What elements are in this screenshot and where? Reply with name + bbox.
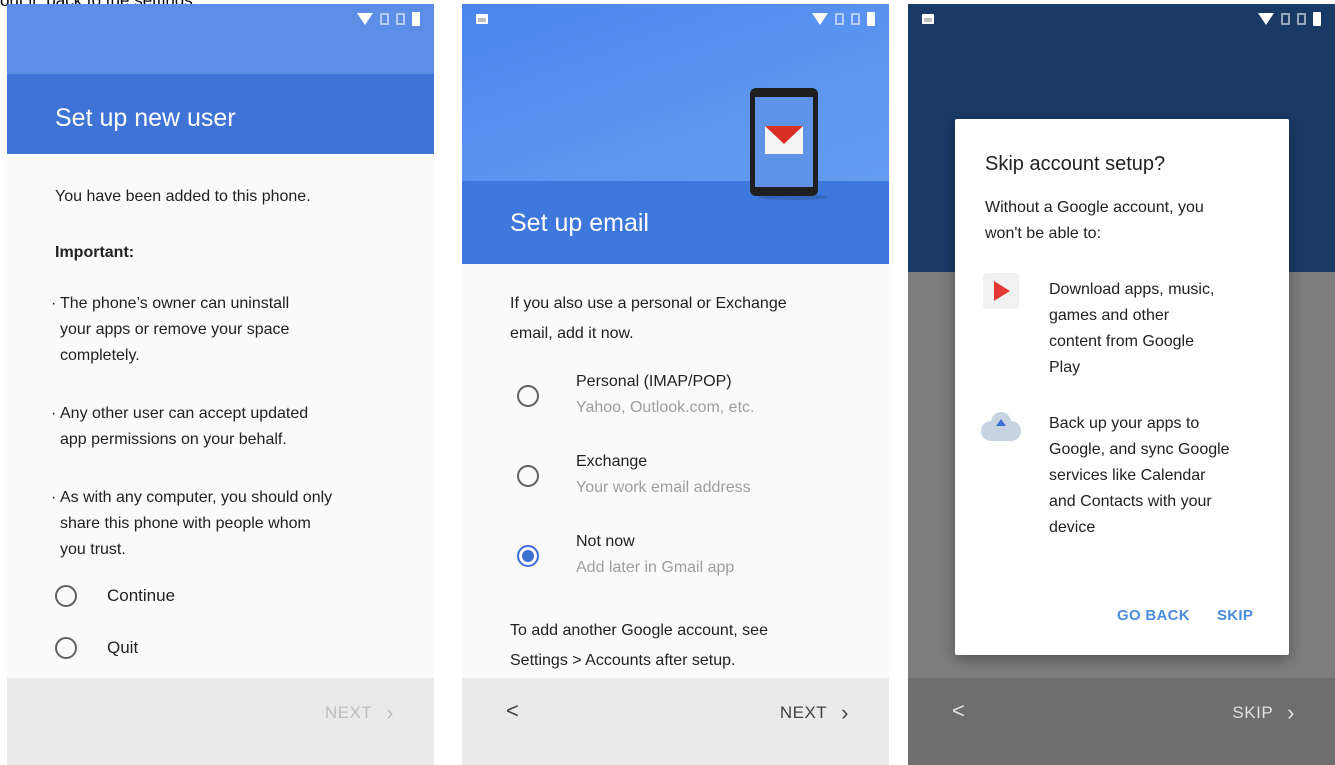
option-subtitle: Yahoo, Outlook.com, etc. (576, 399, 755, 416)
bullet-line: you trust. (60, 541, 126, 558)
personal-radio[interactable] (517, 385, 539, 407)
footer-line: To add another Google account, see (510, 622, 768, 639)
bullet-line: The phone’s owner can uninstall (60, 295, 290, 312)
notification-icon (476, 14, 488, 24)
dialog-item-play: Download apps, music, games and other co… (1049, 277, 1269, 381)
phone-screen-skip-dialog: Skip account setup? Without a Google acc… (908, 4, 1335, 765)
skip-nav-button[interactable]: SKIP › (1232, 702, 1295, 724)
phone-screen-email: Set up email If you also use a personal … (462, 4, 889, 765)
notification-icon (922, 14, 934, 24)
item-line: device (1049, 519, 1096, 536)
bullet-line: share this phone with people whom (60, 515, 311, 532)
item-line: games and other (1049, 307, 1170, 324)
status-icons (357, 12, 420, 26)
bottom-nav-bar: NEXT › (7, 678, 434, 765)
item-line: Download apps, music, (1049, 281, 1215, 298)
item-line: Back up your apps to (1049, 415, 1200, 432)
status-bar (462, 4, 889, 38)
wifi-icon (357, 13, 373, 25)
gmail-icon (765, 126, 803, 154)
bottom-nav-bar: < SKIP › (908, 678, 1335, 765)
wifi-icon (1258, 13, 1274, 25)
bullet-dot: · (51, 489, 57, 506)
google-play-icon (983, 273, 1019, 309)
bullet-line: As with any computer, you should only (60, 489, 333, 506)
sim-icon-2 (396, 13, 405, 25)
option-title[interactable]: Not now (576, 533, 635, 551)
chevron-right-icon: › (386, 700, 394, 725)
exchange-radio[interactable] (517, 465, 539, 487)
next-button[interactable]: NEXT › (780, 702, 849, 724)
next-label: NEXT (779, 703, 828, 722)
not-now-radio[interactable] (517, 545, 539, 567)
next-button[interactable]: NEXT › (325, 702, 394, 724)
battery-icon (867, 12, 875, 26)
sim-icon-2 (851, 13, 860, 25)
go-back-button[interactable]: GO BACK (1117, 607, 1190, 624)
option-title[interactable]: Personal (IMAP/POP) (576, 373, 732, 391)
continue-label[interactable]: Continue (107, 586, 175, 606)
bullet-dot: · (51, 405, 57, 422)
bullet-line: app permissions on your behalf. (60, 431, 287, 448)
status-bar (7, 4, 434, 38)
sim-icon (835, 13, 844, 25)
intro-line: email, add it now. (510, 325, 634, 342)
tablet-illustration (750, 88, 818, 196)
item-line: content from Google (1049, 333, 1194, 350)
item-line: and Contacts with your (1049, 493, 1212, 510)
item-line: services like Calendar (1049, 467, 1206, 484)
dialog-item-backup: Back up your apps to Google, and sync Go… (1049, 411, 1269, 541)
item-line: Play (1049, 359, 1081, 376)
option-subtitle: Add later in Gmail app (576, 559, 735, 576)
item-line: Google, and sync Google (1049, 441, 1230, 458)
cloud-upload-icon (981, 412, 1021, 441)
sim-icon (380, 13, 389, 25)
dialog-title: Skip account setup? (985, 153, 1166, 175)
back-button[interactable]: < (506, 698, 519, 724)
chevron-right-icon: › (841, 700, 849, 725)
bullet-line: your apps or remove your space (60, 321, 290, 338)
intro-line: If you also use a personal or Exchange (510, 295, 787, 312)
continue-radio[interactable] (55, 585, 77, 607)
dialog-text: Without a Google account, you won't be a… (985, 195, 1265, 247)
option-title[interactable]: Exchange (576, 453, 647, 471)
dialog-text-line: Without a Google account, you (985, 199, 1204, 216)
status-icons (1258, 12, 1321, 26)
sim-icon (1281, 13, 1290, 25)
quit-radio[interactable] (55, 637, 77, 659)
skip-nav-label: SKIP (1232, 703, 1274, 722)
page-title: Set up new user (55, 104, 236, 132)
battery-icon (1313, 12, 1321, 26)
option-subtitle: Your work email address (576, 479, 751, 496)
status-icons (812, 12, 875, 26)
bullet-line: Any other user can accept updated (60, 405, 309, 422)
battery-icon (412, 12, 420, 26)
tablet-screen (755, 97, 813, 187)
quit-label[interactable]: Quit (107, 638, 138, 658)
important-heading: Important: (55, 244, 135, 261)
footer-line: Settings > Accounts after setup. (510, 652, 736, 669)
page-title: Set up email (510, 209, 649, 237)
wifi-icon (812, 13, 828, 25)
skip-account-dialog: Skip account setup? Without a Google acc… (955, 119, 1289, 655)
bullet-dot: · (51, 295, 57, 312)
intro-text: You have been added to this phone. (55, 188, 311, 205)
sim-icon-2 (1297, 13, 1306, 25)
bottom-nav-bar: < NEXT › (462, 678, 889, 765)
back-button[interactable]: < (952, 698, 965, 724)
dialog-text-line: won't be able to: (985, 225, 1102, 242)
chevron-right-icon: › (1287, 700, 1295, 725)
bullet-line: completely. (60, 347, 140, 364)
skip-button[interactable]: SKIP (1217, 607, 1253, 624)
next-label: NEXT (324, 703, 373, 722)
status-bar (908, 4, 1335, 38)
phone-screen-new-user: Set up new user You have been added to t… (7, 4, 434, 765)
